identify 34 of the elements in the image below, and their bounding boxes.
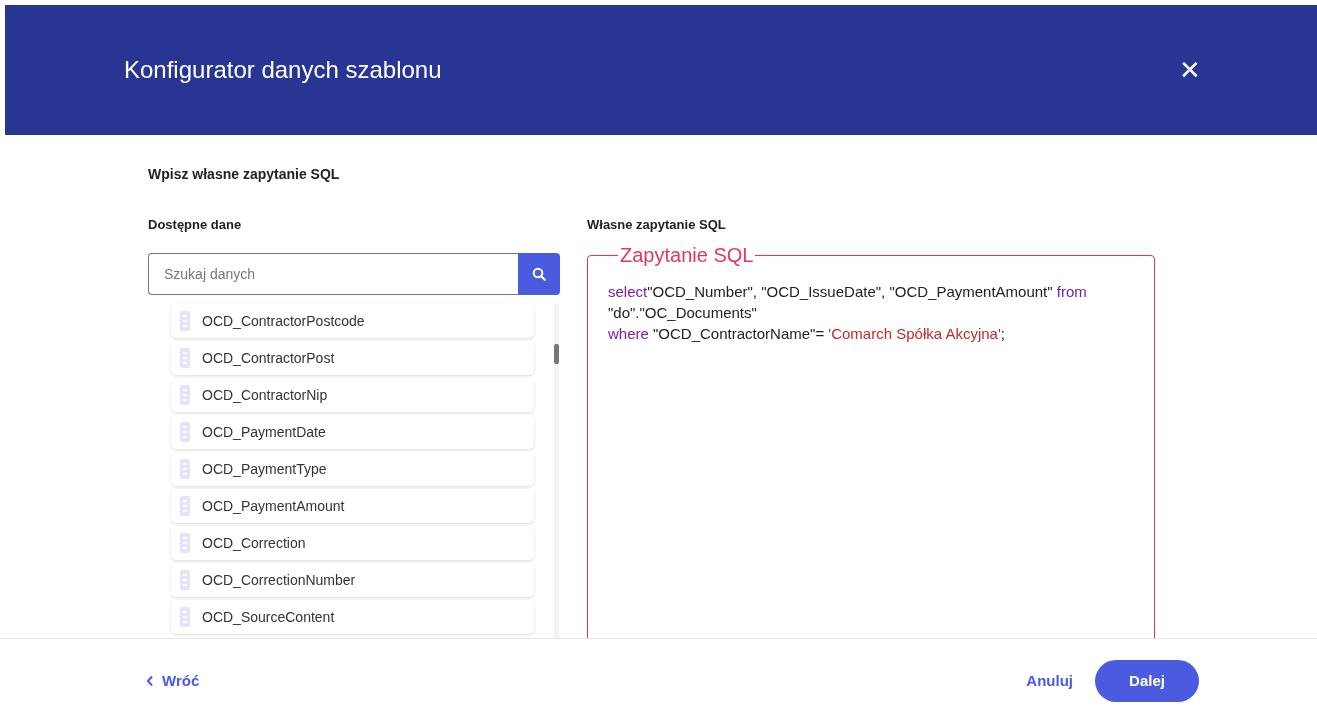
drag-handle-icon (180, 348, 190, 368)
search-field[interactable]: Szukaj danych (148, 253, 518, 295)
drag-handle-icon (180, 570, 190, 590)
data-field-item[interactable]: OCD_ContractorNip (171, 378, 534, 412)
data-field-item[interactable]: OCD_Correction (171, 526, 534, 560)
search-icon (532, 267, 546, 281)
data-field-item[interactable]: OCD_ContractorPost (171, 341, 534, 375)
drag-handle-icon (180, 496, 190, 516)
search-button[interactable] (518, 253, 560, 295)
drag-handle-icon (180, 311, 190, 331)
data-field-item[interactable]: OCD_PaymentDate (171, 415, 534, 449)
drag-handle-icon (180, 385, 190, 405)
column-label: Dostępne dane (148, 217, 243, 232)
data-field-item[interactable]: OCD_PaymentAmount (171, 489, 534, 523)
drag-handle-icon (180, 459, 190, 479)
close-button[interactable]: ✕ (1173, 57, 1207, 83)
drag-handle-icon (180, 422, 190, 442)
next-button[interactable]: Dalej (1095, 659, 1199, 702)
column-label: Własne zapytanie SQL (587, 217, 727, 232)
code-line: select"OCD_Number", "OCD_IssueDate", "OCD_PaymentAmount" from (608, 282, 1088, 302)
cancel-button[interactable]: Anuluj (1026, 672, 1073, 689)
drag-handle-icon (180, 533, 190, 553)
chevron-left-icon (146, 674, 154, 687)
back-link[interactable]: Wróć (146, 672, 200, 689)
code-line: where "OCD_ContractorName"= 'Comarch Spółka Akcyjna'; (608, 324, 1006, 344)
code-line: "do"."OC_Documents" (608, 303, 758, 323)
field-legend: Zapytanie SQL (618, 244, 756, 267)
data-field-item[interactable]: OCD_PaymentType (171, 452, 534, 486)
data-field-item[interactable]: OCD_CorrectionNumber (171, 563, 534, 597)
drag-handle-icon (180, 607, 190, 627)
section-title: Wpisz własne zapytanie SQL (148, 166, 341, 182)
data-field-item[interactable]: OCD_ContractorPostcode (171, 304, 534, 338)
dialog-title: Konfigurator danych szablonu (124, 56, 442, 84)
data-field-item[interactable]: OCD_SourceContent (171, 600, 534, 634)
